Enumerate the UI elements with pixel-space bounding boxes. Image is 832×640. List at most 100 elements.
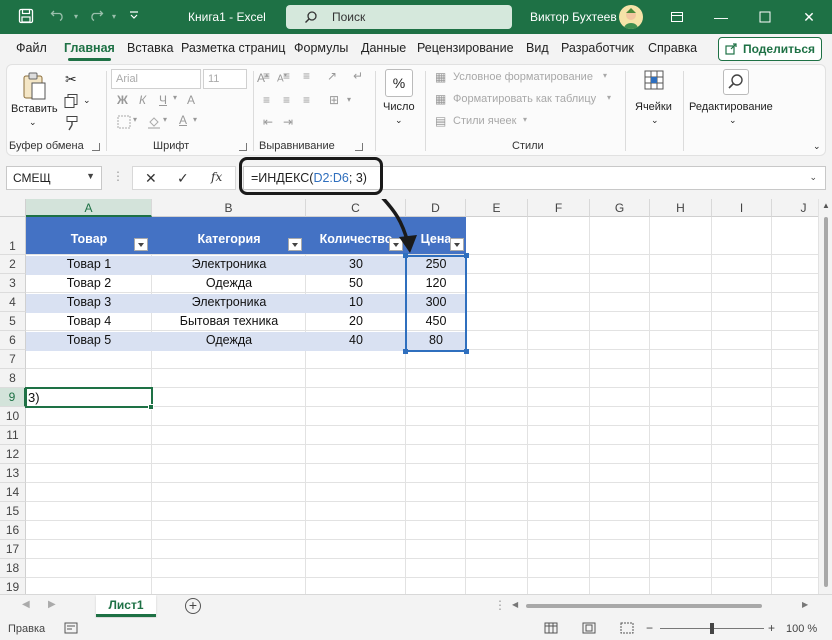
tab-page-layout[interactable]: Разметка страниц [181, 41, 285, 55]
format-painter-icon[interactable] [63, 115, 79, 134]
cell-styles-dropdown-icon[interactable]: ▾ [523, 115, 527, 124]
format-as-table-dropdown-icon[interactable]: ▾ [607, 93, 611, 102]
zoom-in-icon[interactable]: + [768, 621, 775, 635]
paste-icon[interactable] [21, 71, 47, 104]
spreadsheet-grid[interactable]: ABCDEFGHIJ 1 2 3 4 5 6 7 8 9 10 11 12 13 14 15 16 17 18 19… [0, 199, 818, 594]
font-color-icon[interactable]: A [179, 113, 187, 127]
clipboard-launcher-icon[interactable] [92, 143, 100, 151]
column-header-b[interactable]: B [152, 199, 306, 217]
tab-help[interactable]: Справка [648, 41, 697, 55]
row-header-6[interactable]: 6 [0, 331, 26, 350]
table-cell[interactable]: Товар 4 [26, 312, 152, 331]
align-bottom-icon[interactable]: ≡ [303, 69, 310, 83]
row-header-14[interactable]: 14 [0, 483, 26, 502]
table-cell[interactable]: Одежда [152, 331, 306, 350]
filter-button-category[interactable] [288, 238, 302, 251]
zoom-level[interactable]: 100 % [786, 623, 817, 635]
expand-formula-icon[interactable]: ⌄ [809, 172, 817, 183]
row-header-8[interactable]: 8 [0, 369, 26, 388]
align-middle-icon[interactable]: ≡ [283, 69, 290, 83]
tab-file[interactable]: Файл [16, 41, 47, 55]
user-name[interactable]: Виктор Бухтеев [530, 10, 617, 24]
row-header-10[interactable]: 10 [0, 407, 26, 426]
insert-function-icon[interactable]: fx [211, 170, 222, 184]
table-cell[interactable]: Товар 3 [26, 293, 152, 312]
align-top-icon[interactable]: ≡ [263, 69, 270, 83]
horizontal-scroll-thumb[interactable] [526, 604, 762, 608]
filter-button-price[interactable] [450, 238, 464, 251]
redo-dropdown-icon[interactable]: ▾ [112, 12, 116, 21]
vertical-scrollbar[interactable]: ▲ [818, 199, 832, 594]
tab-split-icon[interactable]: ⋮ [494, 598, 506, 612]
prev-sheet-icon[interactable]: ◀ [22, 599, 30, 610]
name-box[interactable]: СМЕЩ ▼ [6, 166, 102, 190]
share-button[interactable]: Поделиться [718, 37, 822, 61]
number-label[interactable]: Число [383, 101, 415, 113]
row-header-4[interactable]: 4 [0, 293, 26, 312]
row-header-19[interactable]: 19 [0, 578, 26, 594]
customize-toolbar-icon[interactable] [128, 9, 140, 21]
wrap-text-icon[interactable]: ↵ [353, 69, 363, 83]
table-cell[interactable]: 50 [306, 274, 406, 293]
row-header-1[interactable]: 1 [0, 217, 26, 255]
row-header-12[interactable]: 12 [0, 445, 26, 464]
bold-button[interactable]: Ж [117, 93, 128, 107]
orientation-icon[interactable]: ↗ [327, 69, 337, 83]
row-header-13[interactable]: 13 [0, 464, 26, 483]
font-size-combo[interactable]: 11 [203, 69, 247, 89]
next-sheet-icon[interactable]: ▶ [48, 599, 56, 610]
row-header-5[interactable]: 5 [0, 312, 26, 331]
row-header-16[interactable]: 16 [0, 521, 26, 540]
row-header-7[interactable]: 7 [0, 350, 26, 369]
cell-styles-label[interactable]: Стили ячеек [453, 115, 516, 127]
minimize-icon[interactable]: — [706, 6, 736, 28]
cells-label[interactable]: Ячейки [635, 101, 672, 113]
borders-dropdown-icon[interactable]: ▾ [133, 115, 137, 124]
row-header-3[interactable]: 3 [0, 274, 26, 293]
align-center-icon[interactable]: ≡ [283, 93, 290, 107]
column-header-e[interactable]: E [466, 199, 528, 217]
copy-icon[interactable] [63, 93, 79, 112]
undo-dropdown-icon[interactable]: ▾ [74, 12, 78, 21]
row-header-15[interactable]: 15 [0, 502, 26, 521]
column-header-h[interactable]: H [650, 199, 712, 217]
number-format-icon[interactable]: % [385, 69, 413, 97]
active-cell[interactable] [25, 387, 153, 408]
close-icon[interactable]: ✕ [794, 6, 824, 28]
column-header-i[interactable]: I [712, 199, 772, 217]
fill-handle[interactable] [148, 404, 154, 410]
range-handle[interactable] [464, 253, 469, 258]
merge-dropdown-icon[interactable]: ▾ [347, 95, 351, 104]
alignment-launcher-icon[interactable] [355, 143, 363, 151]
column-header-a[interactable]: A [26, 199, 152, 217]
decrease-indent-icon[interactable]: ⇤ [263, 115, 273, 129]
normal-view-icon[interactable] [544, 622, 558, 637]
cancel-icon[interactable]: ✕ [145, 170, 157, 187]
accessibility-icon[interactable] [64, 622, 78, 637]
scroll-up-icon[interactable]: ▲ [822, 201, 830, 210]
column-header-j[interactable]: J [772, 199, 818, 217]
maximize-icon[interactable] [750, 6, 780, 28]
row-header-11[interactable]: 11 [0, 426, 26, 445]
table-cell[interactable]: 40 [306, 331, 406, 350]
table-cell[interactable]: Электроника [152, 293, 306, 312]
horizontal-scrollbar[interactable]: ◀ ▶ [512, 600, 812, 612]
page-layout-view-icon[interactable] [582, 622, 596, 637]
paste-dropdown-icon[interactable]: ⌄ [29, 117, 37, 128]
table-cell[interactable]: Электроника [152, 255, 306, 274]
table-cell[interactable]: Товар 1 [26, 255, 152, 274]
format-as-table-label[interactable]: Форматировать как таблицу [453, 93, 596, 105]
underline-dropdown-icon[interactable]: ▾ [173, 93, 177, 102]
tab-developer[interactable]: Разработчик [561, 41, 634, 55]
zoom-out-icon[interactable]: − [646, 621, 653, 635]
column-header-f[interactable]: F [528, 199, 590, 217]
range-handle[interactable] [403, 349, 408, 354]
ribbon-display-options-icon[interactable] [662, 6, 692, 28]
enter-icon[interactable]: ✓ [177, 170, 189, 187]
tab-review[interactable]: Рецензирование [417, 41, 514, 55]
table-cell[interactable]: 10 [306, 293, 406, 312]
tab-view[interactable]: Вид [526, 41, 549, 55]
fill-color-icon[interactable] [147, 115, 161, 132]
undo-icon[interactable] [50, 8, 66, 24]
editing-dropdown-icon[interactable]: ⌄ [729, 115, 737, 126]
